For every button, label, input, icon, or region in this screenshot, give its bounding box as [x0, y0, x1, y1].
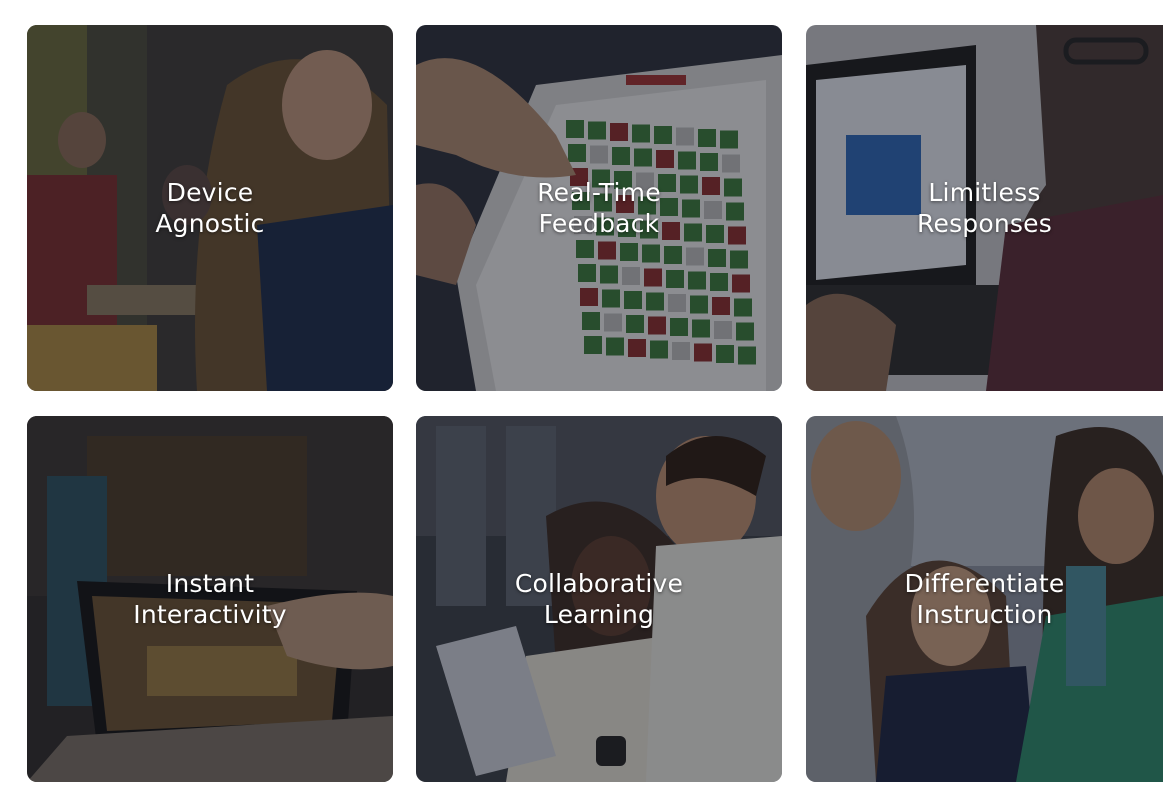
- tile-real-time-feedback[interactable]: Real-Time Feedback: [416, 25, 782, 391]
- tile-differentiate-instruction[interactable]: Differentiate Instruction: [806, 416, 1163, 782]
- caption-line: Real-Time: [537, 178, 661, 207]
- tile-caption: Instant Interactivity: [27, 568, 393, 630]
- tile-limitless-responses[interactable]: Limitless Responses: [806, 25, 1163, 391]
- caption-line: Differentiate: [904, 569, 1065, 598]
- tile-caption: Differentiate Instruction: [806, 568, 1163, 630]
- feature-grid: Device Agnostic Real-Time Feedback Limit…: [0, 0, 1163, 790]
- caption-line: Device: [166, 178, 254, 207]
- tile-collaborative-learning[interactable]: Collaborative Learning: [416, 416, 782, 782]
- caption-line: Limitless: [928, 178, 1041, 207]
- tile-caption: Device Agnostic: [27, 177, 393, 239]
- caption-line: Interactivity: [133, 600, 287, 629]
- tile-caption: Collaborative Learning: [416, 568, 782, 630]
- tile-instant-interactivity[interactable]: Instant Interactivity: [27, 416, 393, 782]
- caption-line: Learning: [543, 600, 655, 629]
- caption-line: Agnostic: [155, 209, 265, 238]
- caption-line: Feedback: [538, 209, 660, 238]
- tile-device-agnostic[interactable]: Device Agnostic: [27, 25, 393, 391]
- tile-caption: Real-Time Feedback: [416, 177, 782, 239]
- caption-line: Responses: [917, 209, 1052, 238]
- caption-line: Instruction: [916, 600, 1053, 629]
- tile-caption: Limitless Responses: [806, 177, 1163, 239]
- caption-line: Instant: [165, 569, 255, 598]
- caption-line: Collaborative: [514, 569, 684, 598]
